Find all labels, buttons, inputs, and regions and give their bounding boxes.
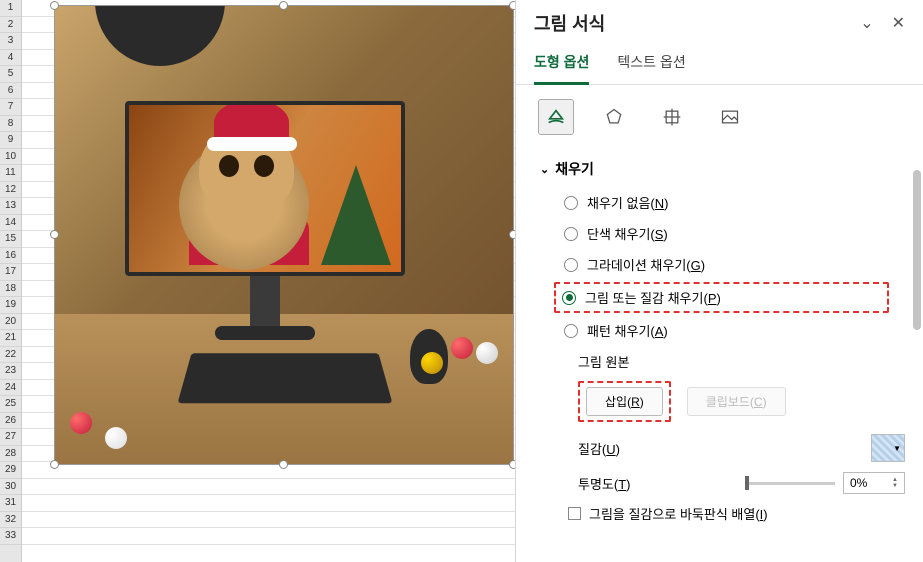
fill-pattern-radio[interactable]: 패턴 채우기(A) (564, 321, 905, 340)
row-header[interactable]: 1 (0, 0, 21, 17)
transparency-label: 투명도(T) (578, 474, 631, 493)
row-header[interactable]: 15 (0, 231, 21, 248)
tab-shape-options[interactable]: 도형 옵션 (534, 52, 589, 85)
tab-text-options[interactable]: 텍스트 옵션 (617, 52, 685, 84)
transparency-input[interactable]: 0% ▲▼ (843, 472, 905, 494)
chevron-down-icon: ⌄ (540, 163, 549, 176)
picture-icon[interactable] (712, 99, 748, 135)
row-header[interactable]: 20 (0, 314, 21, 331)
row-header[interactable]: 7 (0, 99, 21, 116)
tile-checkbox[interactable]: 그림을 질감으로 바둑판식 배열(I) (568, 504, 905, 523)
row-header[interactable]: 8 (0, 116, 21, 133)
close-icon[interactable]: ✕ (892, 13, 905, 33)
row-header[interactable]: 3 (0, 33, 21, 50)
resize-handle[interactable] (279, 460, 288, 469)
texture-dropdown[interactable]: ▼ (871, 434, 905, 462)
fill-gradient-radio[interactable]: 그라데이션 채우기(G) (564, 255, 905, 274)
texture-label: 질감(U) (578, 439, 620, 458)
row-header[interactable]: 18 (0, 281, 21, 298)
spreadsheet-area: 1234567891011121314151617181920212223242… (0, 0, 515, 562)
row-header[interactable]: 31 (0, 495, 21, 512)
row-header[interactable]: 23 (0, 363, 21, 380)
row-headers: 1234567891011121314151617181920212223242… (0, 0, 22, 562)
row-header[interactable]: 2 (0, 17, 21, 34)
row-header[interactable]: 19 (0, 297, 21, 314)
row-header[interactable]: 26 (0, 413, 21, 430)
size-properties-icon[interactable] (654, 99, 690, 135)
transparency-slider[interactable] (745, 482, 835, 485)
insert-button[interactable]: 삽입(R) (586, 387, 663, 416)
row-header[interactable]: 9 (0, 132, 21, 149)
row-header[interactable]: 25 (0, 396, 21, 413)
clipboard-button[interactable]: 클립보드(C) (687, 387, 786, 416)
selected-image[interactable]: ↻ (54, 5, 514, 465)
resize-handle[interactable] (279, 1, 288, 10)
row-header[interactable]: 22 (0, 347, 21, 364)
panel-title: 그림 서식 (534, 10, 605, 36)
scrollbar[interactable] (913, 170, 921, 470)
row-header[interactable]: 14 (0, 215, 21, 232)
row-header[interactable]: 33 (0, 528, 21, 545)
format-picture-panel: 그림 서식 ⌄ ✕ 도형 옵션 텍스트 옵션 ⌄ 채우기 (515, 0, 923, 562)
row-header[interactable]: 5 (0, 66, 21, 83)
highlight-annotation: 삽입(R) (578, 381, 671, 422)
collapse-icon[interactable]: ⌄ (860, 13, 873, 33)
highlight-annotation: 그림 또는 질감 채우기(P) (554, 282, 889, 313)
row-header[interactable]: 27 (0, 429, 21, 446)
effects-icon[interactable] (596, 99, 632, 135)
row-header[interactable]: 12 (0, 182, 21, 199)
fill-line-icon[interactable] (538, 99, 574, 135)
row-header[interactable]: 16 (0, 248, 21, 265)
fill-solid-radio[interactable]: 단색 채우기(S) (564, 224, 905, 243)
fill-picture-radio[interactable]: 그림 또는 질감 채우기(P) (562, 288, 881, 307)
row-header[interactable]: 10 (0, 149, 21, 166)
grid-area[interactable]: ↻ (22, 0, 515, 562)
resize-handle[interactable] (50, 460, 59, 469)
resize-handle[interactable] (50, 230, 59, 239)
row-header[interactable]: 4 (0, 50, 21, 67)
image-content (55, 6, 513, 464)
fill-section-header[interactable]: ⌄ 채우기 (540, 159, 905, 179)
row-header[interactable]: 21 (0, 330, 21, 347)
row-header[interactable]: 11 (0, 165, 21, 182)
row-header[interactable]: 17 (0, 264, 21, 281)
row-header[interactable]: 24 (0, 380, 21, 397)
resize-handle[interactable] (50, 1, 59, 10)
picture-source-label: 그림 원본 (578, 352, 905, 371)
fill-none-radio[interactable]: 채우기 없음(N) (564, 193, 905, 212)
row-header[interactable]: 30 (0, 479, 21, 496)
row-header[interactable]: 6 (0, 83, 21, 100)
row-header[interactable]: 32 (0, 512, 21, 529)
row-header[interactable]: 29 (0, 462, 21, 479)
row-header[interactable]: 28 (0, 446, 21, 463)
row-header[interactable]: 13 (0, 198, 21, 215)
